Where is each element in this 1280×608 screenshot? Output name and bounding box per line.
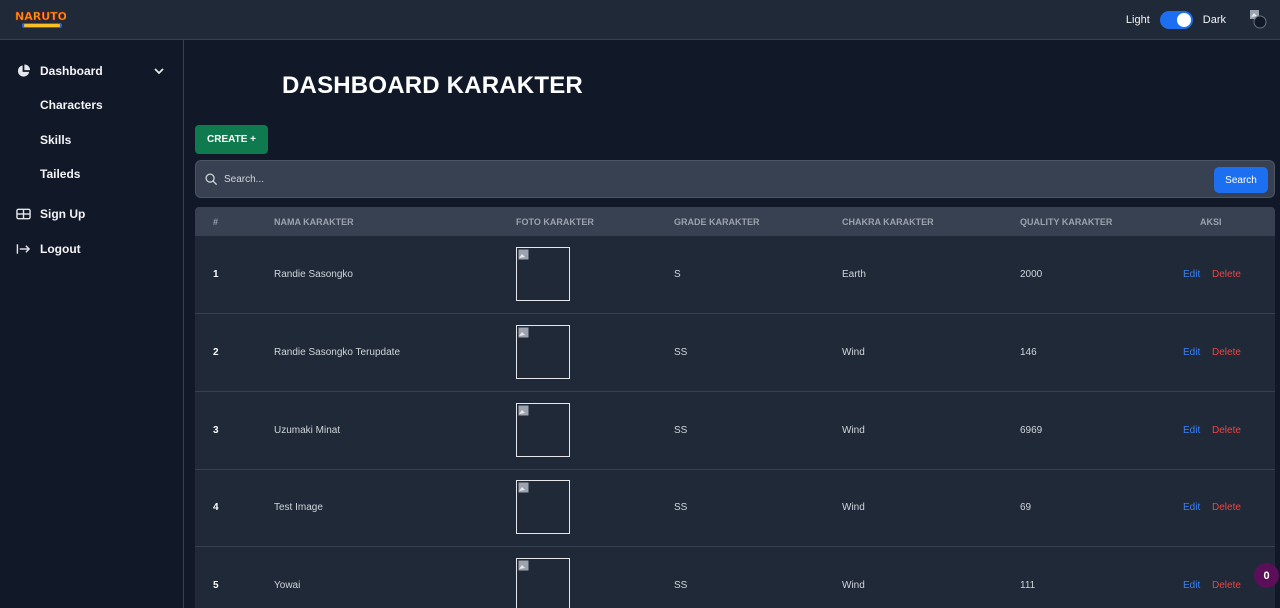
character-chakra: Wind [842,502,865,513]
theme-toggle[interactable] [1159,11,1193,29]
sidebar-item-label: Dashboard [40,64,103,78]
search-bar: Search [195,160,1275,198]
character-quality: 2000 [1020,269,1043,280]
naruto-logo[interactable]: NARUTO [14,9,66,31]
character-photo [516,558,570,608]
broken-image-icon [518,560,529,571]
search-button[interactable]: Search [1214,167,1268,193]
character-name: Yowai [274,580,301,591]
characters-table: # NAMA KARAKTER FOTO KARAKTER GRADE KARA… [195,207,1275,608]
column-header-nama: NAMA KARAKTER [274,217,354,227]
theme-light-label: Light [1125,14,1150,26]
delete-link[interactable]: Delete [1212,347,1241,358]
sidebar-item-label: Skills [40,133,72,147]
character-photo [516,480,570,534]
character-grade: SS [674,347,688,358]
create-button[interactable]: CREATE + [195,125,268,154]
character-grade: SS [674,425,688,436]
broken-image-icon [518,405,529,416]
character-name: Uzumaki Minat [274,425,341,436]
character-name: Randie Sasongko [274,269,353,280]
table-row: 3 Uzumaki Minat SS Wind 6969 Edit Delete [195,392,1275,470]
table-row: 2 Randie Sasongko Terupdate SS Wind 146 … [195,314,1275,392]
column-header-chakra: CHAKRA KARAKTER [842,217,934,227]
character-quality: 69 [1020,502,1032,513]
edit-link[interactable]: Edit [1183,269,1200,280]
delete-link[interactable]: Delete [1212,425,1241,436]
sidebar-item-skills[interactable]: Skills [0,127,184,153]
character-quality: 6969 [1020,425,1043,436]
character-chakra: Earth [842,269,866,280]
character-photo [516,403,570,457]
table-header: # NAMA KARAKTER FOTO KARAKTER GRADE KARA… [195,207,1275,236]
edit-link[interactable]: Edit [1183,502,1200,513]
row-number: 1 [213,269,219,280]
sidebar-item-taileds[interactable]: Taileds [0,161,184,187]
broken-image-icon [518,482,529,493]
character-chakra: Wind [842,347,865,358]
character-chakra: Wind [842,580,865,591]
column-header-number: # [213,217,219,227]
edit-link[interactable]: Edit [1183,425,1200,436]
column-header-foto: FOTO KARAKTER [516,217,594,227]
table-row: 4 Test Image SS Wind 69 Edit Delete [195,469,1275,547]
pie-chart-icon [17,64,31,77]
avatar-broken-image-icon[interactable] [1248,8,1270,30]
row-number: 5 [213,580,219,591]
table-row: 5 Yowai SS Wind 111 Edit Delete [195,547,1275,608]
broken-image-icon [518,327,529,338]
character-name: Randie Sasongko Terupdate [274,347,401,358]
row-number: 4 [213,502,219,513]
edit-link[interactable]: Edit [1183,580,1200,591]
chevron-down-icon[interactable] [153,65,165,77]
sidebar-item-label: Logout [40,242,81,256]
delete-link[interactable]: Delete [1212,580,1241,591]
character-quality: 111 [1020,580,1036,591]
sidebar-item-characters[interactable]: Characters [0,92,184,118]
table-icon [16,208,31,220]
column-header-quality: QUALITY KARAKTER [1020,217,1113,227]
character-photo [516,247,570,301]
table-row: 1 Randie Sasongko S Earth 2000 Edit Dele… [195,236,1275,314]
edit-link[interactable]: Edit [1183,347,1200,358]
broken-image-icon [518,249,529,260]
character-quality: 146 [1020,347,1037,358]
notification-badge[interactable]: 0 [1254,563,1279,588]
sidebar-item-logout[interactable]: Logout [0,236,184,262]
search-icon [205,173,218,186]
row-number: 2 [213,347,219,358]
character-grade: SS [674,502,688,513]
row-number: 3 [213,425,219,436]
delete-link[interactable]: Delete [1212,502,1241,513]
delete-link[interactable]: Delete [1212,269,1241,280]
character-grade: SS [674,580,688,591]
top-navbar: NARUTO Light Dark [0,0,1280,40]
search-input[interactable] [224,169,1124,189]
page-title: DASHBOARD KARAKTER [282,72,583,99]
sidebar-item-label: Characters [40,98,103,112]
character-photo [516,325,570,379]
svg-text:NARUTO: NARUTO [15,10,66,23]
toggle-knob [1176,13,1191,27]
logout-arrow-icon [16,244,31,254]
character-grade: S [674,269,681,280]
sidebar-item-dashboard[interactable]: Dashboard [0,58,184,84]
character-chakra: Wind [842,425,865,436]
sidebar: Dashboard Characters Skills Taileds Sign… [0,40,184,608]
sidebar-item-label: Sign Up [40,207,86,221]
column-header-aksi: AKSI [1200,217,1222,227]
sidebar-item-sign-up[interactable]: Sign Up [0,201,184,227]
theme-dark-label: Dark [1202,14,1226,26]
theme-switcher: Light Dark [1126,10,1226,30]
column-header-grade: GRADE KARAKTER [674,217,760,227]
sidebar-item-label: Taileds [40,167,81,181]
character-name: Test Image [274,502,323,513]
